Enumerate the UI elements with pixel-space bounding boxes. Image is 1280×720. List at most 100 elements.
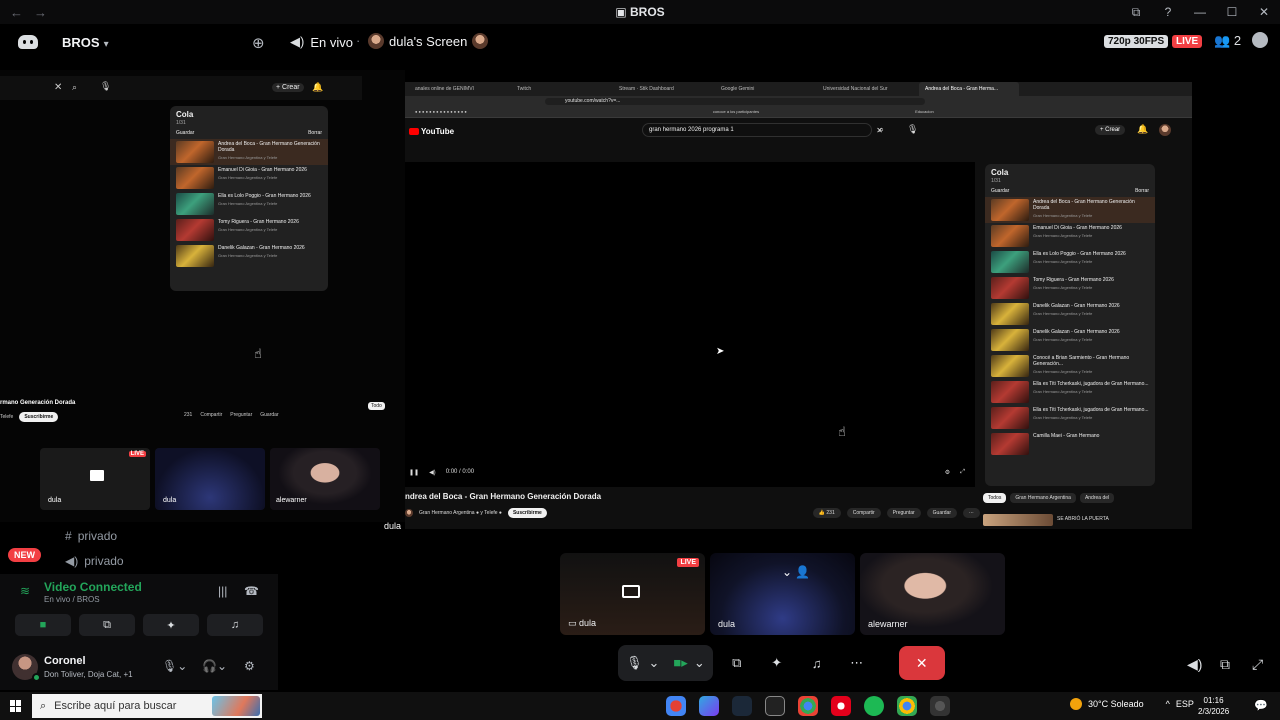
browser-tabs: anales online de GENIMVI Twitch Stream ·… <box>405 82 1192 96</box>
avatar <box>1159 124 1171 136</box>
settings-icon[interactable]: ⚙ <box>244 659 255 673</box>
notification-icon[interactable]: 💬 <box>1254 699 1268 712</box>
weather-icon <box>1070 698 1082 710</box>
promo-thumbnail <box>983 514 1053 526</box>
voice-channel[interactable]: En vivo / BROS <box>44 595 100 604</box>
nested-browser-bar: ✕ ⌕ 🎙 + Crear 🔔 <box>0 76 362 100</box>
list-item: Tomy Riguera - Gran Hermano 2026 Gran Her… <box>985 275 1155 301</box>
video-title: ndrea del Boca - Gran Hermano Generación… <box>405 492 602 501</box>
nested-video-title: rmano Generación Dorada <box>0 400 76 406</box>
close-icon: ✕ <box>54 82 63 93</box>
user-icon: ⌄ 👤 <box>782 565 811 579</box>
disconnect-button[interactable]: ✕ <box>898 646 945 680</box>
stream-quality-badge: 720p 30FPS <box>1104 35 1169 48</box>
list-item: Andrea del Boca - Gran Hermano Generació… <box>170 139 328 165</box>
taskbar: ⌕ Escribe aquí para buscar 30°C Soleado … <box>0 692 1280 720</box>
tile-dula-stream[interactable]: LIVE ▭ dula <box>560 553 705 635</box>
participants-popup: conoce a los participantes <box>712 109 760 114</box>
steam-icon[interactable] <box>732 696 752 716</box>
monitor-icon <box>622 585 640 598</box>
save-button: Guardar <box>926 508 957 518</box>
new-badge: NEW <box>8 548 41 562</box>
voice-status: Video Connected <box>44 580 142 594</box>
list-item: Camilla Maei - Gran Hermano <box>985 431 1155 457</box>
video-thumbnail <box>176 219 214 241</box>
username[interactable]: Coronel <box>44 655 86 667</box>
add-user-icon[interactable]: ⊕ <box>252 34 265 52</box>
windows-start-icon[interactable] <box>10 700 22 712</box>
hash-icon: # <box>65 529 72 543</box>
chevron-down-icon[interactable]: ⌄ <box>694 655 705 671</box>
weather-text[interactable]: 30°C Soleado <box>1088 699 1144 709</box>
app-icon[interactable] <box>699 696 719 716</box>
maximize-button[interactable]: ☐ <box>1216 5 1248 19</box>
signal-icon: ≋ <box>20 584 31 598</box>
video-thumbnail <box>176 141 214 163</box>
video-controls: ❚❚ ◀) 0:00 / 0:00 ⚙ ⤢ <box>409 468 965 476</box>
language-indicator[interactable]: ESP <box>1176 699 1194 709</box>
chat-icon[interactable] <box>1252 32 1268 48</box>
microphone-icon[interactable]: 🎙⌄ <box>162 659 187 673</box>
help-icon[interactable]: ? <box>1152 5 1184 19</box>
soundboard-button[interactable]: ♫ <box>207 614 263 636</box>
more-icon[interactable]: ⋯ <box>841 645 873 681</box>
fullscreen-icon: ⤢ <box>960 468 965 475</box>
queue-count: 1/31 <box>991 178 1001 184</box>
separator-dot: · <box>356 33 361 48</box>
activities-button[interactable]: ✦ <box>143 614 199 636</box>
popout-icon[interactable]: ⧉ <box>1220 656 1230 673</box>
terminal-icon[interactable] <box>765 696 785 716</box>
close-button[interactable]: ✕ <box>1248 5 1280 19</box>
nested-tiles: LIVE dula dula alewarner <box>40 448 380 510</box>
clock[interactable]: 01:16 2/3/2026 <box>1198 695 1229 717</box>
noise-suppression-icon[interactable]: ||| <box>218 584 227 598</box>
camera-icon[interactable]: ■▸ <box>673 655 687 671</box>
disconnect-icon[interactable]: ☎ <box>244 584 259 598</box>
list-item: Danelik Galazan - Gran Hermano 2026 Gran … <box>985 327 1155 353</box>
microphone-icon[interactable]: 🎙 <box>626 655 643 671</box>
share-button: Compartir <box>846 508 881 518</box>
screen-share-icon[interactable]: ⧉ <box>721 645 753 681</box>
camera-button[interactable]: ■ <box>15 614 71 636</box>
server-name[interactable]: BROS ▾ <box>62 35 109 50</box>
activities-icon[interactable]: ✦ <box>761 645 793 681</box>
mic-icon: 🎙 <box>907 124 919 134</box>
list-item: Emanuel Di Gioia - Gran Hermano 2026 Gran… <box>170 165 328 191</box>
minimize-button[interactable]: — <box>1184 5 1216 19</box>
chevron-down-icon[interactable]: ⌄ <box>649 655 660 671</box>
arrow-cursor-icon: ➤ <box>716 346 725 357</box>
soundboard-icon[interactable]: ♫ <box>801 645 833 681</box>
hand-cursor-icon: ☝ <box>254 346 262 361</box>
queue-title: Cola <box>176 110 194 119</box>
discord-logo-icon[interactable] <box>18 35 38 49</box>
fullscreen-icon[interactable]: ⤢ <box>1252 656 1263 673</box>
main-stream-view[interactable]: anales online de GENIMVI Twitch Stream ·… <box>405 82 1192 529</box>
opera-icon[interactable] <box>831 696 851 716</box>
chrome-app-icon[interactable] <box>666 696 686 716</box>
volume-icon[interactable]: ◀) <box>1187 656 1202 673</box>
forward-arrow-icon[interactable]: → <box>34 5 48 20</box>
mic-group: 🎙 ⌄ ■▸ ⌄ <box>618 645 713 681</box>
browser-tab: Google Gemini <box>721 86 755 92</box>
screen-share-button[interactable]: ⧉ <box>79 614 135 636</box>
channel-privado-2[interactable]: ◀) privado <box>65 554 124 568</box>
spotify-icon[interactable] <box>864 696 884 716</box>
taskbar-search-input[interactable]: ⌕ Escribe aquí para buscar <box>32 694 262 718</box>
browser-tab: Universidad Nacional del Sur <box>823 86 888 92</box>
back-arrow-icon[interactable]: ← <box>10 5 24 20</box>
participants-count[interactable]: 👥 2 <box>1214 33 1241 49</box>
headphones-icon[interactable]: 🎧⌄ <box>202 659 227 673</box>
chrome-icon[interactable] <box>798 696 818 716</box>
tile-alewarner-camera[interactable]: alewarner <box>860 553 1005 635</box>
channel-privado-1[interactable]: # privado <box>65 529 117 543</box>
bell-icon: 🔔 <box>312 82 324 92</box>
chevron-up-icon[interactable]: ^ <box>1166 699 1170 709</box>
like-button: 👍 231 <box>812 508 841 518</box>
tile-dula-camera[interactable]: ⌄ 👤 dula <box>710 553 855 635</box>
volume-icon: ◀) <box>429 469 436 476</box>
chrome-profile-icon[interactable] <box>897 696 917 716</box>
ask-button: Preguntar <box>886 508 921 518</box>
window-titlebar: ← → ▣ BROS ⧉ ? — ☐ ✕ <box>0 0 1280 24</box>
app-icon[interactable] <box>930 696 950 716</box>
inbox-icon[interactable]: ⧉ <box>1120 5 1152 20</box>
